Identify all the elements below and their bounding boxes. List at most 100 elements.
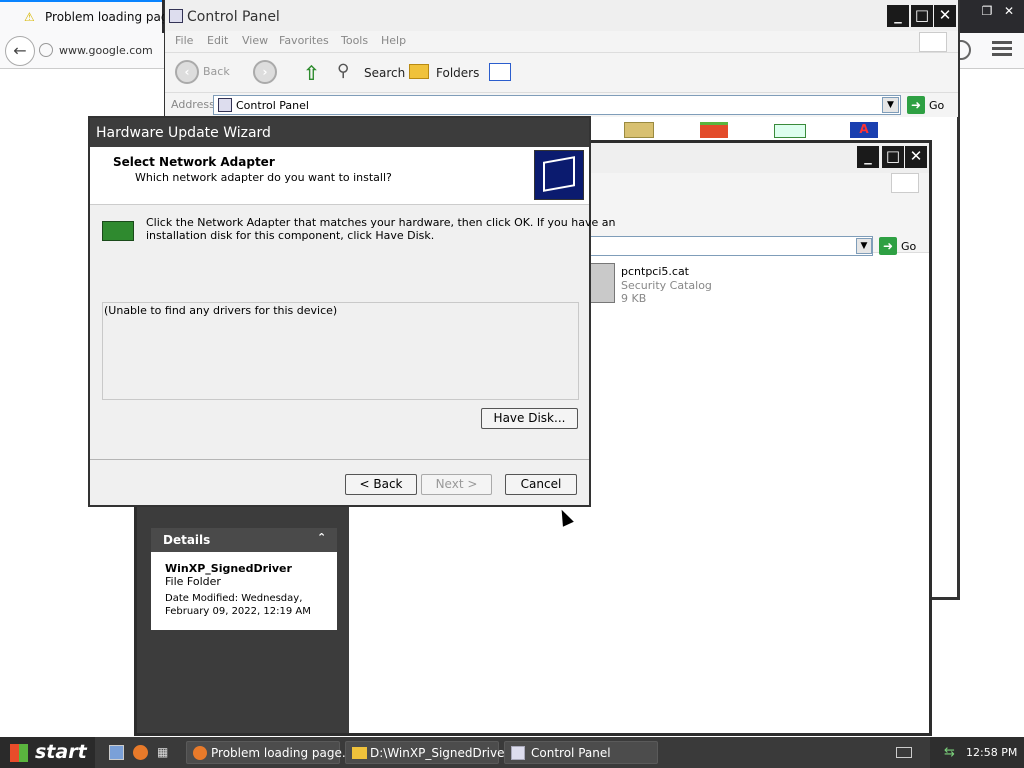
go-arrow-icon[interactable]: ➜ bbox=[907, 96, 925, 114]
taskbar-item-control-panel[interactable]: Control Panel bbox=[504, 741, 658, 764]
dialog-header: Select Network Adapter Which network ada… bbox=[90, 147, 589, 205]
control-panel-item-icon[interactable] bbox=[624, 122, 654, 138]
close-button[interactable]: ✕ bbox=[934, 5, 956, 27]
details-panel-header[interactable]: Details ⌃ bbox=[151, 528, 337, 552]
views-icon[interactable] bbox=[489, 63, 511, 81]
minimize-button[interactable]: _ bbox=[887, 5, 909, 27]
menu-file[interactable]: File bbox=[175, 34, 193, 47]
browser-tab-title: Problem loading page bbox=[45, 10, 176, 24]
next-button[interactable]: Next > bbox=[421, 474, 492, 495]
hardware-wizard-icon bbox=[534, 150, 584, 200]
menu-help[interactable]: Help bbox=[381, 34, 406, 47]
menu-view[interactable]: View bbox=[242, 34, 268, 47]
dialog-separator bbox=[90, 459, 589, 460]
close-button[interactable]: ✕ bbox=[905, 146, 927, 168]
details-modified-line2: February 09, 2022, 12:19 AM bbox=[165, 606, 311, 617]
browser-url-text: www.google.com bbox=[59, 44, 153, 57]
cancel-button[interactable]: Cancel bbox=[505, 474, 577, 495]
minimize-button[interactable]: _ bbox=[857, 146, 879, 168]
folders-button-label[interactable]: Folders bbox=[436, 66, 479, 80]
taskbar-item-label: Problem loading page... bbox=[211, 746, 354, 760]
firefox-icon bbox=[193, 746, 207, 760]
maximize-button[interactable]: □ bbox=[911, 5, 933, 27]
list-empty-message: (Unable to find any drivers for this dev… bbox=[104, 304, 338, 317]
details-title: Details bbox=[163, 533, 211, 547]
have-disk-button[interactable]: Have Disk... bbox=[481, 408, 578, 429]
instruction-line2: installation disk for this component, cl… bbox=[146, 229, 435, 242]
browser-tab[interactable]: ⚠ Problem loading page bbox=[0, 0, 176, 33]
browser-url-bar[interactable]: www.google.com bbox=[37, 40, 167, 62]
control-panel-title: Control Panel bbox=[187, 9, 280, 25]
windows-flag-icon[interactable] bbox=[700, 122, 728, 138]
details-type: File Folder bbox=[165, 575, 221, 588]
details-name: WinXP_SignedDriver bbox=[165, 562, 292, 575]
address-value: Control Panel bbox=[236, 99, 309, 112]
dialog-subheading: Which network adapter do you want to ins… bbox=[135, 171, 392, 184]
control-panel-icon bbox=[511, 746, 525, 760]
control-panel-icon bbox=[169, 9, 183, 23]
taskbar-item-explorer[interactable]: D:\WinXP_SignedDriver bbox=[345, 741, 509, 764]
address-input[interactable]: Control Panel ▼ bbox=[213, 95, 901, 115]
windows-flag-icon bbox=[10, 744, 28, 762]
back-arrow-icon[interactable]: ‹ bbox=[175, 60, 199, 84]
explorer-toolbar: ‹ Back › ⇧ ⚲ Search Folders bbox=[165, 53, 958, 93]
close-icon[interactable]: ✕ bbox=[1000, 4, 1018, 20]
menu-edit[interactable]: Edit bbox=[207, 34, 228, 47]
folder-icon bbox=[352, 747, 367, 759]
hardware-update-wizard-dialog: Hardware Update Wizard Select Network Ad… bbox=[88, 116, 615, 507]
menu-favorites[interactable]: Favorites bbox=[279, 34, 329, 47]
browser-back-button[interactable]: ← bbox=[5, 36, 35, 66]
collapse-chevron-icon[interactable]: ⌃ bbox=[317, 531, 326, 544]
search-button-label[interactable]: Search bbox=[364, 66, 405, 80]
dialog-titlebar[interactable]: Hardware Update Wizard bbox=[90, 118, 589, 147]
taskbar: start ▦ Problem loading page... D:\WinXP… bbox=[0, 737, 1024, 768]
keyboard-icon[interactable] bbox=[896, 747, 912, 758]
warning-icon: ⚠ bbox=[24, 10, 35, 24]
search-icon[interactable]: ⚲ bbox=[337, 61, 359, 83]
file-type: Security Catalog bbox=[621, 279, 712, 292]
quicklaunch-ie-icon[interactable] bbox=[109, 745, 124, 760]
fonts-icon[interactable]: A bbox=[850, 122, 878, 138]
go-arrow-icon[interactable]: ➜ bbox=[879, 237, 897, 255]
maximize-button[interactable]: □ bbox=[882, 146, 904, 168]
control-panel-titlebar[interactable]: Control Panel _ □ ✕ bbox=[165, 0, 958, 31]
taskbar-item-firefox[interactable]: Problem loading page... bbox=[186, 741, 353, 764]
instruction-line1: Click the Network Adapter that matches y… bbox=[146, 216, 616, 229]
chevron-down-icon[interactable]: ▼ bbox=[856, 238, 872, 254]
menu-tools[interactable]: Tools bbox=[341, 34, 368, 47]
folders-icon[interactable] bbox=[409, 64, 429, 79]
network-adapter-icon bbox=[102, 221, 134, 241]
quicklaunch-firefox-icon[interactable] bbox=[133, 745, 148, 760]
up-folder-icon[interactable]: ⇧ bbox=[303, 61, 323, 85]
back-button[interactable]: < Back bbox=[345, 474, 417, 495]
back-button-label[interactable]: Back bbox=[203, 65, 230, 78]
dialog-title: Hardware Update Wizard bbox=[96, 125, 271, 141]
dialog-heading: Select Network Adapter bbox=[113, 155, 275, 169]
address-bar: Address Control Panel ▼ ➜ Go bbox=[165, 93, 958, 117]
security-catalog-icon[interactable] bbox=[589, 263, 615, 303]
globe-icon bbox=[39, 43, 53, 57]
chevron-down-icon[interactable]: ▼ bbox=[882, 97, 899, 113]
start-label: start bbox=[35, 741, 87, 763]
restore-icon[interactable]: ❐ bbox=[978, 4, 996, 20]
file-size: 9 KB bbox=[621, 292, 647, 305]
taskbar-item-label: Control Panel bbox=[531, 746, 611, 760]
windows-logo-icon bbox=[891, 173, 919, 193]
go-button-label[interactable]: Go bbox=[901, 240, 916, 253]
go-button-label[interactable]: Go bbox=[929, 99, 944, 112]
forward-arrow-icon[interactable]: › bbox=[253, 60, 277, 84]
file-name[interactable]: pcntpci5.cat bbox=[621, 265, 689, 278]
control-panel-icon bbox=[218, 98, 232, 112]
clock[interactable]: 12:58 PM bbox=[966, 746, 1017, 759]
network-icon[interactable]: ⇆ bbox=[944, 745, 958, 760]
menu-bar: File Edit View Favorites Tools Help bbox=[165, 31, 958, 53]
network-adapter-list[interactable]: (Unable to find any drivers for this dev… bbox=[102, 302, 579, 400]
start-button[interactable]: start bbox=[0, 737, 95, 768]
control-panel-item-icon[interactable] bbox=[774, 124, 806, 138]
windows-logo-icon bbox=[919, 32, 947, 52]
hamburger-menu-icon[interactable] bbox=[992, 41, 1012, 59]
quicklaunch-icon[interactable]: ▦ bbox=[157, 745, 172, 760]
system-tray: ⇆ 12:58 PM bbox=[930, 737, 1024, 768]
details-panel: WinXP_SignedDriver File Folder Date Modi… bbox=[151, 552, 337, 630]
address-input[interactable]: ▼ bbox=[577, 236, 873, 256]
